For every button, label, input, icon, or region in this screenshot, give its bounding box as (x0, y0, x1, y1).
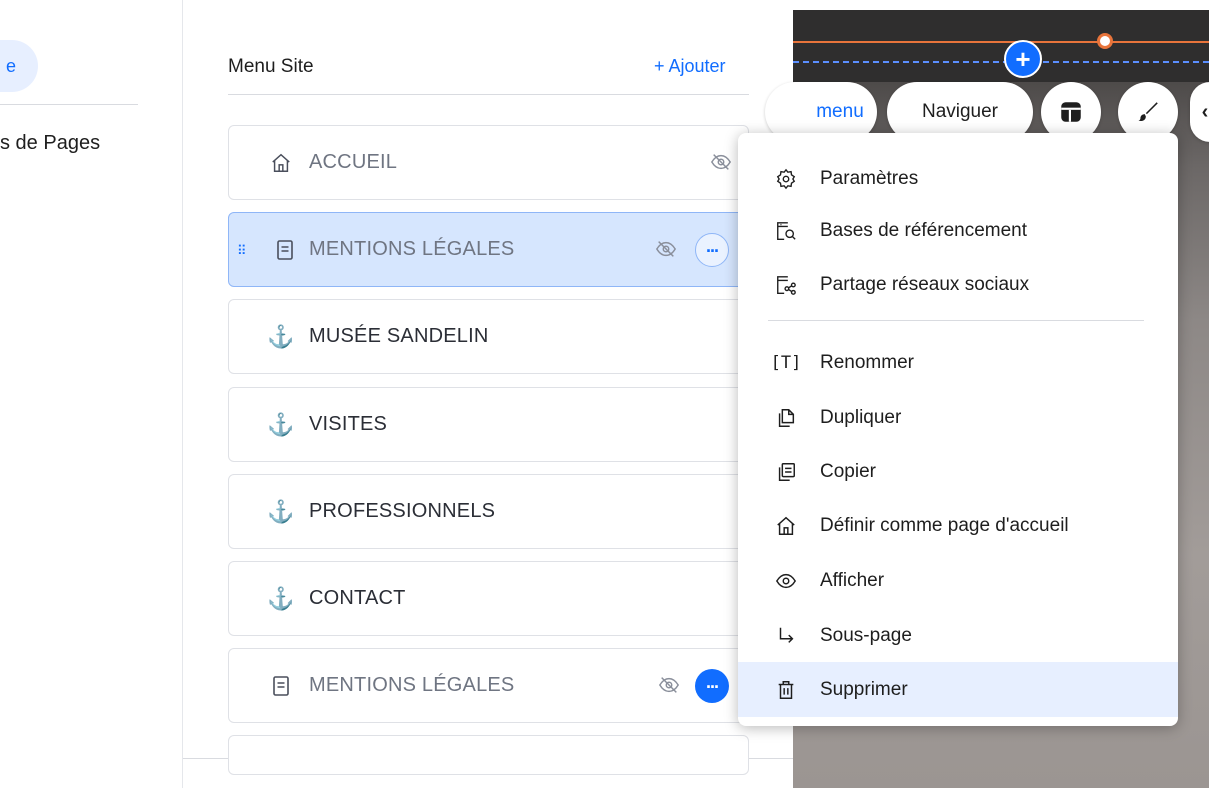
chevron-left-icon: ‹ (1201, 100, 1209, 123)
context-menu-item-afficher[interactable]: Afficher (738, 553, 1178, 608)
gear-icon (772, 165, 800, 193)
page-context-menu: Paramètres Bases de référencement Partag… (738, 133, 1178, 726)
context-menu-label: Supprimer (820, 678, 908, 700)
subpage-icon (772, 622, 800, 650)
menu-item-label: MUSÉE SANDELIN (309, 325, 489, 347)
left-nav-active-label: e (5, 56, 16, 76)
code-button[interactable]: ‹ (1190, 82, 1209, 142)
hidden-eye-icon[interactable] (709, 151, 733, 178)
context-menu-label: Définir comme page d'accueil (820, 514, 1069, 536)
context-menu-item-copier[interactable]: Copier (738, 444, 1178, 499)
context-menu-item-renommer[interactable]: [T] Renommer (738, 335, 1178, 390)
hidden-eye-icon[interactable] (654, 238, 678, 265)
context-menu-item-sous-page[interactable]: Sous-page (738, 608, 1178, 663)
ellipsis-icon: ... (705, 672, 719, 692)
menu-item-mentions-legales[interactable]: MENTIONS LÉGALES ... (228, 648, 749, 723)
rename-icon: [T] (770, 352, 802, 373)
menu-divider (228, 94, 749, 95)
context-menu-label: Renommer (820, 351, 914, 373)
menu-pill-label: menu (816, 101, 864, 122)
left-nav-divider (0, 104, 138, 105)
section-boundary-line (793, 41, 1209, 43)
trash-icon (772, 676, 800, 704)
context-menu-item-dupliquer[interactable]: Dupliquer (738, 390, 1178, 445)
context-menu-label: Paramètres (820, 167, 919, 189)
menu-item-professionnels[interactable]: ⚓ PROFESSIONNELS (228, 474, 749, 549)
context-menu-label: Bases de référencement (820, 219, 1028, 241)
home-icon (269, 150, 293, 176)
context-menu-item-supprimer[interactable]: Supprimer (738, 662, 1178, 717)
menu-item-visites[interactable]: ⚓ VISITES (228, 387, 749, 462)
brush-icon (1138, 102, 1158, 122)
anchor-icon: ⚓ (267, 324, 295, 349)
add-section-button[interactable]: + (1004, 40, 1042, 78)
menu-item-label: ACCUEIL (309, 151, 398, 173)
menu-item-label: MENTIONS LÉGALES (309, 238, 515, 260)
left-nav-active-item[interactable]: e (0, 40, 38, 92)
context-menu-item-set-home[interactable]: Définir comme page d'accueil (738, 498, 1178, 553)
menu-item-mentions-legales-selected[interactable]: ⠿ MENTIONS LÉGALES ... (228, 212, 749, 287)
context-menu-label: Sous-page (820, 624, 912, 646)
context-menu-item-social[interactable]: Partage réseaux sociaux (738, 257, 1178, 312)
context-menu-item-seo[interactable]: Bases de référencement (738, 203, 1178, 258)
menu-item-accueil[interactable]: ACCUEIL (228, 125, 749, 200)
context-menu-label: Partage réseaux sociaux (820, 273, 1030, 295)
anchor-icon: ⚓ (267, 586, 295, 611)
hidden-eye-icon[interactable] (657, 674, 681, 701)
menu-item-partial[interactable] (228, 735, 749, 775)
anchor-icon: ⚓ (267, 499, 295, 524)
section-handle[interactable] (1097, 33, 1113, 49)
add-page-button[interactable]: + Ajouter (654, 56, 726, 77)
menu-item-label: VISITES (309, 413, 388, 435)
menu-item-contact[interactable]: ⚓ CONTACT (228, 561, 749, 636)
menu-item-musee-sandelin[interactable]: ⚓ MUSÉE SANDELIN (228, 299, 749, 374)
context-menu-label: Copier (820, 460, 876, 482)
seo-icon (772, 217, 800, 245)
context-menu-separator (768, 320, 1144, 321)
strip-guide-line (793, 61, 1209, 63)
navigate-label: Naviguer (921, 101, 999, 122)
menu-item-label: PROFESSIONNELS (309, 500, 496, 522)
canvas-header-strip (793, 10, 1209, 82)
layout-icon (1061, 102, 1081, 122)
duplicate-icon (772, 404, 800, 432)
menu-item-label: CONTACT (309, 587, 406, 609)
menu-item-label: MENTIONS LÉGALES (309, 674, 515, 696)
home-icon (772, 512, 800, 540)
context-menu-label: Dupliquer (820, 406, 902, 428)
ellipsis-icon: ... (705, 236, 719, 256)
more-actions-button[interactable]: ... (695, 233, 729, 267)
context-menu-item-parametres[interactable]: Paramètres (738, 151, 1178, 206)
share-icon (772, 271, 800, 299)
eye-icon (772, 567, 800, 595)
menu-title: Menu Site (228, 56, 314, 77)
context-menu-label: Afficher (820, 569, 885, 591)
left-nav-panel: e s de Pages (0, 0, 183, 788)
page-icon (273, 237, 297, 263)
page-icon (269, 673, 293, 699)
more-actions-button[interactable]: ... (695, 669, 729, 703)
anchor-icon: ⚓ (267, 412, 295, 437)
copy-icon (772, 458, 800, 486)
drag-handle-icon[interactable]: ⠿ (237, 243, 246, 259)
left-nav-item-pages[interactable]: s de Pages (0, 132, 100, 155)
